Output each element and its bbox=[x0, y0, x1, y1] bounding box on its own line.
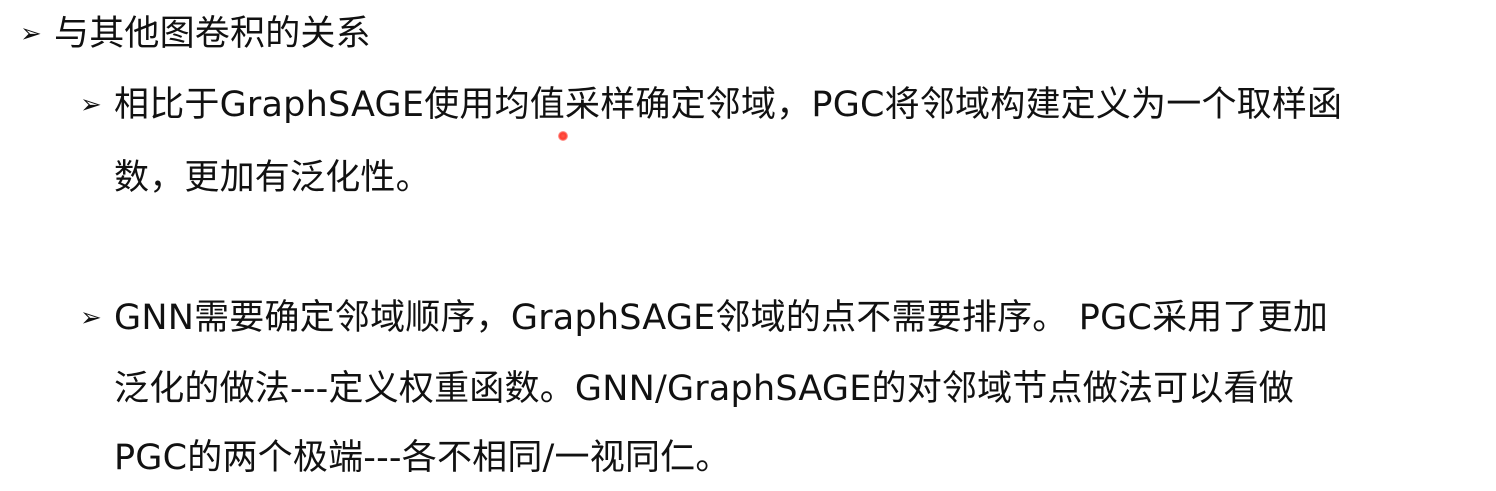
laser-pointer-dot bbox=[558, 131, 568, 141]
point-2-line-3: PGC的两个极端---各不相同/一视同仁。 bbox=[114, 438, 731, 478]
point-2-line-1: GNN需要确定邻域顺序，GraphSAGE邻域的点不需要排序。 PGC采用了更加 bbox=[114, 298, 1329, 338]
point-1-line-1: 相比于GraphSAGE使用均值采样确定邻域，PGC将邻域构建定义为一个取样函 bbox=[114, 85, 1343, 125]
arrowhead-bullet-icon: ➢ bbox=[80, 303, 102, 333]
arrowhead-bullet-icon: ➢ bbox=[80, 90, 102, 120]
section-heading: 与其他图卷积的关系 bbox=[54, 14, 371, 54]
point-1-line-2: 数，更加有泛化性。 bbox=[114, 158, 431, 198]
point-2-line-2: 泛化的做法---定义权重函数。GNN/GraphSAGE的对邻域节点做法可以看做 bbox=[114, 369, 1294, 409]
arrowhead-bullet-icon: ➢ bbox=[20, 19, 42, 49]
slide: ➢ 与其他图卷积的关系 ➢ 相比于GraphSAGE使用均值采样确定邻域，PGC… bbox=[0, 0, 1496, 491]
